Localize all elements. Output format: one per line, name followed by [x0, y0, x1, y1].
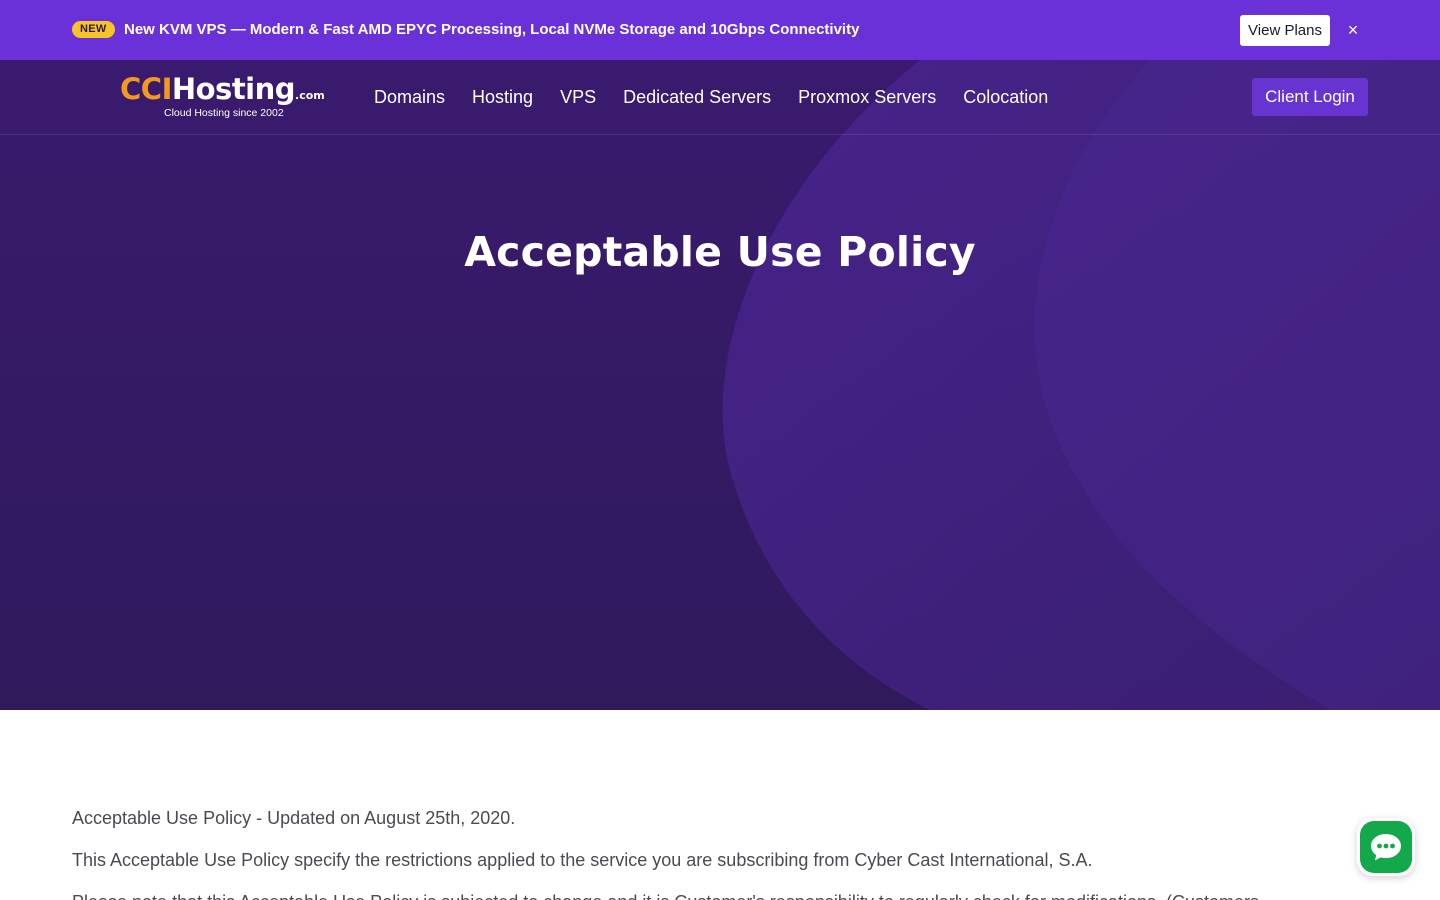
nav-item-dedicated-servers[interactable]: Dedicated Servers	[623, 85, 771, 109]
logo-brand-first: CCI	[120, 72, 172, 106]
chat-widget-button[interactable]	[1357, 818, 1415, 876]
main-nav: Domains Hosting VPS Dedicated Servers Pr…	[374, 85, 1075, 109]
announcement-text[interactable]: New KVM VPS — Modern & Fast AMD EPYC Pro…	[124, 20, 859, 40]
nav-item-vps[interactable]: VPS	[560, 85, 596, 109]
announcement-bar: NEW New KVM VPS — Modern & Fast AMD EPYC…	[0, 0, 1440, 60]
nav-item-hosting[interactable]: Hosting	[472, 85, 533, 109]
client-login-button[interactable]: Client Login	[1252, 78, 1368, 116]
page-title: Acceptable Use Policy	[464, 228, 976, 276]
nav-item-domains[interactable]: Domains	[374, 85, 445, 109]
header-divider	[0, 134, 1440, 135]
policy-content: Acceptable Use Policy - Updated on Augus…	[72, 806, 1372, 900]
logo-brand-second: Hosting	[171, 72, 296, 106]
hero-section: CCIHosting.com Cloud Hosting since 2002 …	[0, 60, 1440, 710]
view-plans-button[interactable]: View Plans	[1240, 15, 1330, 46]
nav-item-proxmox-servers[interactable]: Proxmox Servers	[798, 85, 936, 109]
logo-tagline: Cloud Hosting since 2002	[164, 107, 284, 119]
new-badge: NEW	[72, 21, 115, 38]
chat-widget-inner	[1360, 821, 1412, 873]
site-logo[interactable]: CCIHosting.com Cloud Hosting since 2002	[120, 72, 325, 122]
policy-paragraph: This Acceptable Use Policy specify the r…	[72, 850, 1093, 870]
nav-item-colocation[interactable]: Colocation	[963, 85, 1048, 109]
close-icon[interactable]: ×	[1344, 20, 1362, 40]
hero-background	[0, 60, 1440, 710]
policy-paragraph: Acceptable Use Policy - Updated on Augus…	[72, 808, 516, 828]
chat-bubble-icon	[1371, 834, 1401, 861]
policy-paragraph: Please note that this Acceptable Use Pol…	[72, 890, 1372, 900]
logo-tld: .com	[295, 89, 325, 102]
